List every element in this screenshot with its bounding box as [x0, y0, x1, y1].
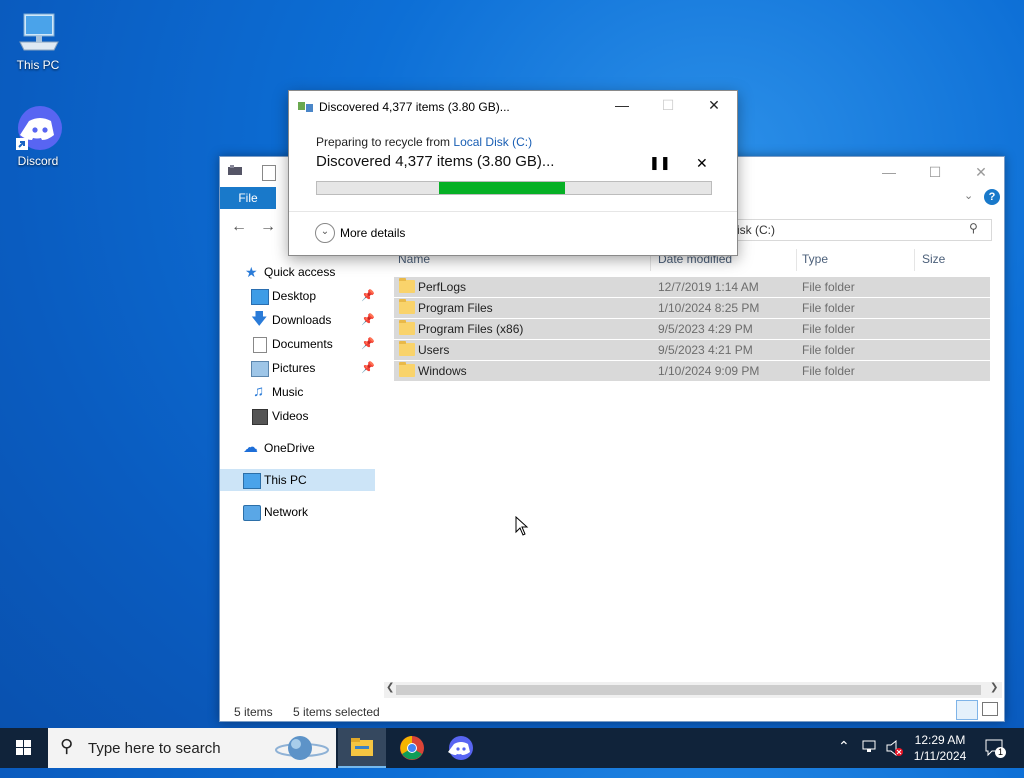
search-placeholder: Type here to search	[88, 740, 221, 757]
mouse-cursor-icon	[515, 515, 529, 539]
details-view-icon[interactable]	[956, 700, 978, 720]
progress-bar	[316, 181, 712, 195]
folder-icon	[399, 362, 415, 377]
source-location-link[interactable]: Local Disk (C:)	[453, 135, 532, 149]
maximize-button[interactable]: ☐	[912, 157, 958, 187]
recycle-progress-dialog: Discovered 4,377 items (3.80 GB)... — ☐ …	[288, 90, 738, 256]
scroll-left-arrow-icon[interactable]: ❮	[386, 682, 394, 693]
desktop-icon-discord[interactable]: Discord	[6, 104, 70, 168]
maximize-button: ☐	[661, 97, 675, 113]
pause-button[interactable]: ❚❚	[649, 155, 671, 171]
expand-ribbon-chevron-icon[interactable]: ⌄	[964, 189, 973, 202]
status-item-count: 5 items	[234, 705, 273, 719]
forward-arrow-icon[interactable]: →	[256, 215, 280, 239]
picture-icon	[251, 361, 269, 377]
desktop-icon-label: Discord	[17, 154, 59, 168]
system-clock[interactable]: 12:29 AM 1/11/2024	[902, 732, 978, 764]
taskbar-file-explorer[interactable]	[338, 728, 386, 768]
nav-desktop[interactable]: Desktop 📌	[220, 285, 377, 307]
clock-time: 12:29 AM	[914, 733, 966, 747]
table-row[interactable]: Windows 1/10/2024 9:09 PM File folder	[394, 361, 990, 381]
back-arrow-icon[interactable]: ←	[227, 215, 251, 239]
navigation-pane: ★ Quick access Desktop 📌 🡇 Downloads 📌 D…	[220, 253, 377, 683]
scroll-right-arrow-icon[interactable]: ❯	[990, 682, 998, 693]
desktop-icon	[251, 289, 269, 305]
download-arrow-icon: 🡇	[251, 311, 268, 328]
nav-onedrive[interactable]: ☁ OneDrive	[220, 437, 377, 459]
close-button[interactable]: ✕	[691, 91, 737, 119]
pin-icon[interactable]: 📌	[361, 333, 375, 355]
nav-pictures[interactable]: Pictures 📌	[220, 357, 377, 379]
start-button[interactable]	[0, 728, 48, 768]
nav-quick-access[interactable]: ★ Quick access	[220, 261, 377, 283]
network-status-icon[interactable]	[862, 740, 878, 754]
chevron-down-icon: ⌄	[315, 223, 335, 243]
discord-icon	[14, 104, 62, 152]
show-hidden-icons-chevron-icon[interactable]: ⌃	[838, 738, 850, 778]
cloud-icon: ☁	[243, 439, 258, 456]
file-list: Name Date modified Type Size PerfLogs 12…	[392, 247, 1004, 687]
folder-icon	[399, 299, 415, 314]
taskbar-discord[interactable]	[437, 728, 485, 768]
table-row[interactable]: PerfLogs 12/7/2019 1:14 AM File folder	[394, 277, 990, 297]
progress-bar-fill	[439, 182, 565, 194]
minimize-button[interactable]: —	[599, 91, 645, 119]
taskbar-chrome[interactable]	[388, 728, 436, 768]
divider	[289, 211, 737, 212]
address-text: isk (C:)	[737, 223, 775, 237]
table-row[interactable]: Program Files 1/10/2024 8:25 PM File fol…	[394, 298, 990, 318]
search-highlight-image	[270, 730, 334, 766]
minimize-button[interactable]: —	[866, 157, 912, 187]
clock-date: 1/11/2024	[913, 749, 967, 763]
horizontal-scrollbar[interactable]: ❮ ❯	[384, 682, 1002, 698]
properties-icon[interactable]	[262, 165, 276, 181]
action-center-icon[interactable]: 1	[984, 738, 1006, 758]
network-icon	[243, 505, 261, 521]
computer-icon	[243, 473, 261, 489]
folder-icon	[399, 320, 415, 335]
nav-music[interactable]: ♫ Music	[220, 381, 377, 403]
help-icon[interactable]: ?	[984, 189, 1000, 205]
search-icon[interactable]: ⚲	[969, 221, 978, 235]
search-icon: ⚲	[60, 736, 74, 756]
dialog-title: Discovered 4,377 items (3.80 GB)...	[319, 100, 510, 114]
quick-access-toolbar-icon[interactable]	[228, 165, 242, 177]
large-icons-view-icon[interactable]	[982, 702, 998, 716]
table-row[interactable]: Users 9/5/2023 4:21 PM File folder	[394, 340, 990, 360]
computer-icon	[14, 8, 62, 56]
close-button[interactable]: ✕	[958, 157, 1004, 187]
table-row[interactable]: Program Files (x86) 9/5/2023 4:29 PM Fil…	[394, 319, 990, 339]
copy-progress-icon	[298, 101, 314, 113]
nav-downloads[interactable]: 🡇 Downloads 📌	[220, 309, 377, 331]
music-note-icon: ♫	[253, 383, 265, 400]
pin-icon[interactable]: 📌	[361, 285, 375, 307]
notification-badge: 1	[995, 747, 1006, 758]
column-header-size[interactable]: Size	[922, 247, 945, 271]
folder-icon	[399, 341, 415, 356]
cancel-button[interactable]: ✕	[696, 155, 708, 172]
address-bar[interactable]: isk (C:) ⚲	[730, 219, 992, 241]
star-icon: ★	[245, 264, 258, 280]
file-tab[interactable]: File	[220, 187, 276, 209]
column-separator[interactable]	[796, 249, 797, 271]
desktop-icon-label: This PC	[16, 58, 60, 72]
taskbar-search-box[interactable]: ⚲ Type here to search	[48, 728, 336, 768]
document-icon	[253, 337, 267, 353]
folder-icon	[399, 278, 415, 293]
scrollbar-thumb[interactable]	[396, 685, 981, 695]
column-separator[interactable]	[914, 249, 915, 271]
film-icon	[252, 409, 268, 425]
status-selected-count: 5 items selected	[293, 705, 380, 719]
nav-this-pc[interactable]: This PC	[220, 469, 375, 491]
taskbar: ⚲ Type here to search ⌃ 12:29 AM 1/11/20…	[0, 728, 1024, 768]
nav-documents[interactable]: Documents 📌	[220, 333, 377, 355]
pin-icon[interactable]: 📌	[361, 357, 375, 379]
progress-headline: Discovered 4,377 items (3.80 GB)...	[316, 153, 555, 170]
desktop-icon-this-pc[interactable]: This PC	[6, 8, 70, 72]
column-header-type[interactable]: Type	[802, 247, 828, 271]
nav-network[interactable]: Network	[220, 501, 377, 523]
nav-videos[interactable]: Videos	[220, 405, 377, 427]
operation-description: Preparing to recycle from Local Disk (C:…	[316, 135, 533, 149]
pin-icon[interactable]: 📌	[361, 309, 375, 331]
